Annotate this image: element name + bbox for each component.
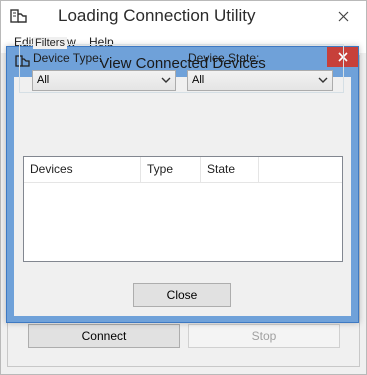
filters-legend: Filters bbox=[33, 37, 67, 49]
chevron-down-icon bbox=[318, 77, 328, 83]
device-type-label: Device Type: bbox=[33, 51, 103, 65]
device-state-select[interactable]: All bbox=[187, 70, 333, 91]
main-close-button[interactable] bbox=[320, 1, 366, 31]
device-type-select[interactable]: All bbox=[32, 70, 176, 91]
chevron-down-icon bbox=[161, 77, 171, 83]
devices-list[interactable]: Devices Type State bbox=[23, 156, 343, 262]
device-state-value: All bbox=[192, 74, 205, 86]
close-button[interactable]: Close bbox=[133, 283, 231, 307]
column-header-type[interactable]: Type bbox=[141, 157, 201, 182]
connect-button[interactable]: Connect bbox=[28, 324, 180, 348]
column-header-state[interactable]: State bbox=[201, 157, 259, 182]
device-type-value: All bbox=[37, 74, 50, 86]
main-window-title: Loading Connection Utility bbox=[58, 6, 256, 25]
device-state-label: Device State: bbox=[188, 51, 260, 65]
close-icon bbox=[338, 11, 348, 21]
stop-button[interactable]: Stop bbox=[188, 324, 340, 348]
main-title-bar: Loading Connection Utility bbox=[1, 1, 366, 33]
connection-utility-icon bbox=[9, 8, 29, 26]
column-header-devices[interactable]: Devices bbox=[24, 157, 141, 182]
devices-list-header: Devices Type State bbox=[24, 157, 342, 183]
